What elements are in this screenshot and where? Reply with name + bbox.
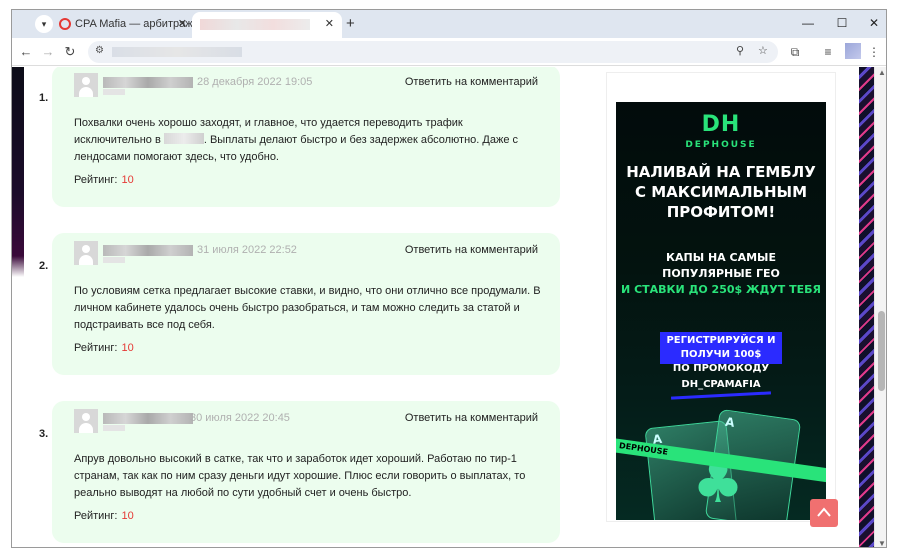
extensions-icon[interactable]: ⧉ (785, 42, 805, 62)
ad-headline: НАЛИВАЙ НА ГЕМБЛУ С МАКСИМАЛЬНЫМ ПРОФИТО… (626, 163, 816, 221)
profile-avatar[interactable] (845, 43, 861, 59)
page-viewport: 1. 28 декабря 2022 19:05 Ответить на ком… (12, 67, 874, 547)
comment-number: 3. (39, 428, 49, 440)
tab-strip: ▾ CPA Mafia — арбитраж трафика ✕ ✕ + — ☐… (12, 10, 886, 38)
site-info-icon[interactable]: ⚙ (95, 45, 104, 56)
scrollbar-thumb[interactable] (878, 311, 885, 391)
tab-close-icon[interactable]: ✕ (178, 12, 187, 36)
reply-link[interactable]: Ответить на комментарий (405, 244, 538, 256)
page-background-left (12, 67, 42, 547)
comment-date: 31 июля 2022 22:52 (197, 244, 297, 256)
scroll-down-icon[interactable]: ▼ (878, 539, 886, 547)
comment-text: По условиям сетка предлагает высокие ста… (74, 285, 541, 331)
zoom-icon[interactable]: ⚲ (736, 44, 744, 57)
comment-rating: Рейтинг: 10 (74, 510, 134, 522)
chevron-down-icon: ▾ (41, 19, 47, 29)
tab-search-button[interactable]: ▾ (35, 15, 53, 33)
promo-underline (670, 391, 772, 400)
reply-link[interactable]: Ответить на комментарий (405, 412, 538, 424)
comment-rating: Рейтинг: 10 (74, 342, 134, 354)
comment-number: 1. (39, 92, 49, 104)
page-scrollbar[interactable]: ▲ ▼ (874, 67, 886, 547)
user-avatar-icon (74, 241, 98, 265)
promo-code: DH_CPAMAFIA (681, 379, 761, 390)
dephouse-ad-banner[interactable]: DH DEPHOUSE НАЛИВАЙ НА ГЕМБЛУ С МАКСИМАЛ… (616, 102, 826, 520)
comment-card: 1. 28 декабря 2022 19:05 Ответить на ком… (39, 67, 560, 207)
maximize-button[interactable]: ☐ (832, 13, 852, 33)
close-window-button[interactable]: ✕ (864, 13, 884, 33)
reply-link[interactable]: Ответить на комментарий (405, 76, 538, 88)
comment-card: 3. 30 июля 2022 20:45 Ответить на коммен… (39, 401, 560, 543)
browser-window: ▾ CPA Mafia — арбитраж трафика ✕ ✕ + — ☐… (11, 9, 887, 548)
scroll-up-icon[interactable]: ▲ (878, 68, 886, 77)
new-tab-button[interactable]: + (346, 14, 355, 34)
back-arrow-icon[interactable]: ← (16, 42, 36, 62)
browser-toolbar: ← → ↻ ⚙ ⚲ ☆ ⧉ ≡ ⋮ (12, 38, 886, 66)
rating-value: 10 (121, 510, 134, 522)
rating-value: 10 (121, 174, 134, 186)
comment-date: 28 декабря 2022 19:05 (197, 76, 313, 88)
tab-active[interactable]: ✕ (192, 12, 342, 38)
ad-cta[interactable]: РЕГИСТРИРУЙСЯ И ПОЛУЧИ 100$ (660, 332, 782, 364)
comment-card: 2. 31 июля 2022 22:52 Ответить на коммен… (39, 233, 560, 375)
user-avatar-icon (74, 409, 98, 433)
promo-label: ПО ПРОМОКОДУ (672, 363, 770, 374)
comment-rating: Рейтинг: 10 (74, 174, 134, 186)
rating-value: 10 (121, 342, 134, 354)
dephouse-logo: DH (701, 112, 741, 137)
bookmark-star-icon[interactable]: ☆ (758, 44, 768, 57)
author-name-redacted (103, 77, 193, 88)
address-bar[interactable]: ⚙ ⚲ ☆ (88, 41, 778, 63)
author-name-redacted (103, 413, 193, 424)
page-background-right (859, 67, 874, 547)
comment-number: 2. (39, 260, 49, 272)
tab-cpa-mafia[interactable]: CPA Mafia — арбитраж трафика ✕ (55, 12, 193, 38)
forward-arrow-icon[interactable]: → (38, 42, 58, 62)
media-controls-icon[interactable]: ≡ (818, 42, 838, 62)
brand-name: DEPHOUSE (685, 140, 757, 150)
tab-close-icon[interactable]: ✕ (325, 12, 334, 36)
url-text-redacted (112, 47, 242, 57)
ad-subheadline: КАПЫ НА САМЫЕ ПОПУЛЯРНЫЕ ГЕО (662, 251, 780, 280)
more-menu-icon[interactable]: ⋮ (864, 42, 884, 62)
comment-date: 30 июля 2022 20:45 (190, 412, 290, 424)
author-name-redacted (103, 245, 193, 256)
comment-text: Похвалки очень хорошо заходят, и главное… (74, 117, 518, 163)
user-avatar-icon (74, 73, 98, 97)
minimize-button[interactable]: — (798, 13, 818, 33)
tab-title: CPA Mafia — арбитраж трафика (75, 18, 193, 30)
site-favicon-icon (59, 18, 71, 30)
reload-icon[interactable]: ↻ (60, 42, 80, 62)
chevron-up-icon (817, 507, 831, 517)
scroll-to-top-button[interactable] (810, 499, 838, 527)
redacted-word (163, 133, 204, 144)
ad-offer: И СТАВКИ ДО 250$ ЖДУТ ТЕБЯ (621, 283, 821, 296)
comment-text: Апрув довольно высокий в сатке, так что … (74, 453, 526, 499)
tab-title-redacted (200, 19, 310, 30)
